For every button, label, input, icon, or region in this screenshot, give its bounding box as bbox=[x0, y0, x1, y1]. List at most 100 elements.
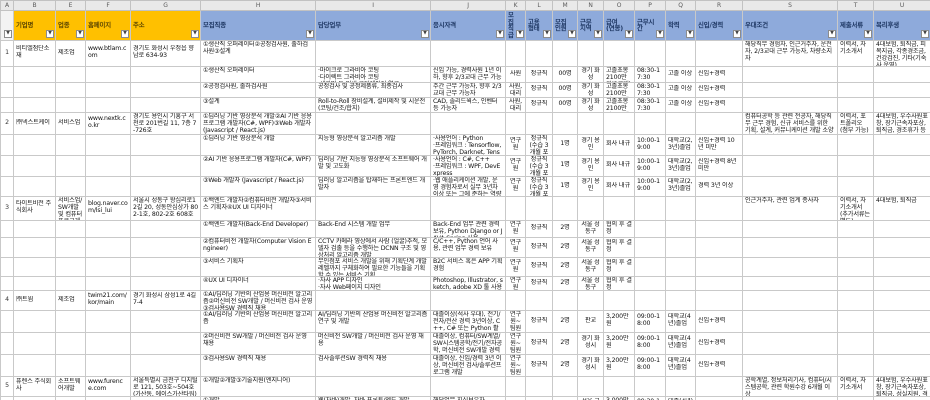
cell-H-12[interactable]: ③서비스 기획자 bbox=[201, 257, 316, 276]
cell-H-14[interactable]: ①AI/딥러닝 기반의 산업용 머신비전 알고리즘②머신비전 SW개발 / 머신… bbox=[201, 290, 316, 310]
cell-S-3[interactable] bbox=[743, 82, 838, 97]
cell-U-2[interactable] bbox=[874, 66, 930, 82]
filter-dropdown-icon[interactable]: ▼ bbox=[76, 30, 84, 38]
cell-H-10[interactable]: ①백엔드 개발자(Back-End Developer) bbox=[201, 220, 316, 237]
cell-I-11[interactable]: CCTV 카메라 영상에서 사람 (얼굴)추적, 모델자 검출 등을 수행하는 … bbox=[316, 237, 431, 257]
cell-K-14[interactable] bbox=[506, 290, 526, 310]
cell-F-1[interactable]: www.btlam.com bbox=[86, 40, 131, 66]
column-letter-Q[interactable]: Q bbox=[666, 1, 696, 11]
cell-T-5[interactable]: 이력서, 포트폴리오 (첨부 가능) bbox=[838, 112, 874, 134]
cell-F-9[interactable]: blog.naver.com/lsi_lui bbox=[86, 196, 131, 220]
cell-P-4[interactable]: 08:30-17:30 bbox=[635, 97, 666, 112]
cell-N-6[interactable]: 경기 용인 bbox=[578, 134, 604, 155]
cell-M-11[interactable]: 2명 bbox=[553, 237, 578, 257]
filter-dropdown-icon[interactable]: ▼ bbox=[516, 30, 524, 38]
filter-dropdown-icon[interactable]: ▼ bbox=[121, 30, 129, 38]
cell-U-19[interactable] bbox=[874, 396, 930, 400]
cell-L-19[interactable]: 정규직 bbox=[526, 396, 553, 400]
cell-S-17[interactable] bbox=[743, 354, 838, 376]
cell-U-3[interactable] bbox=[874, 82, 930, 97]
cell-U-9[interactable]: 4대보험, 퇴직금 bbox=[874, 196, 930, 220]
cell-O-12[interactable]: 협의 후 결정 bbox=[604, 257, 635, 276]
cell-F-10[interactable] bbox=[86, 220, 131, 237]
cell-M-1[interactable] bbox=[553, 40, 578, 66]
cell-F-7[interactable] bbox=[86, 155, 131, 176]
cell-A-6[interactable] bbox=[1, 134, 14, 155]
cell-N-14[interactable] bbox=[578, 290, 604, 310]
cell-M-7[interactable]: 1명 bbox=[553, 155, 578, 176]
cell-R-6[interactable]: 신입+경력 10년 미만 bbox=[696, 134, 743, 155]
cell-T-16[interactable] bbox=[838, 332, 874, 354]
cell-T-8[interactable] bbox=[838, 176, 874, 196]
cell-G-15[interactable] bbox=[131, 310, 201, 332]
cell-N-15[interactable]: 판교 bbox=[578, 310, 604, 332]
cell-K-6[interactable]: 연구원 bbox=[506, 134, 526, 155]
cell-Q-14[interactable] bbox=[666, 290, 696, 310]
cell-N-9[interactable] bbox=[578, 196, 604, 220]
cell-A-7[interactable] bbox=[1, 155, 14, 176]
cell-L-4[interactable]: 정규직 bbox=[526, 97, 553, 112]
cell-P-14[interactable] bbox=[635, 290, 666, 310]
cell-R-8[interactable]: 경력 3년 이상 bbox=[696, 176, 743, 196]
filter-dropdown-icon[interactable]: ▼ bbox=[543, 30, 551, 38]
cell-U-18[interactable]: 4대보험, 우수사원표창, 장기근속자포상, 퇴직금, 성실지원, 격월행사 bbox=[874, 376, 930, 396]
cell-I-15[interactable]: AI/딥러닝 기반의 산업용 머신비전 알고리즘 연구 및 개발 bbox=[316, 310, 431, 332]
cell-I-5[interactable] bbox=[316, 112, 431, 134]
cell-E-13[interactable] bbox=[56, 276, 86, 290]
cell-G-19[interactable] bbox=[131, 396, 201, 400]
cell-M-5[interactable] bbox=[553, 112, 578, 134]
cell-P-15[interactable]: 09:00-18:00 bbox=[635, 310, 666, 332]
cell-H-13[interactable]: ④UX UI 디자이너 bbox=[201, 276, 316, 290]
cell-M-8[interactable]: 1명 bbox=[553, 176, 578, 196]
cell-K-5[interactable] bbox=[506, 112, 526, 134]
cell-G-17[interactable] bbox=[131, 354, 201, 376]
cell-L-2[interactable]: 정규직 bbox=[526, 66, 553, 82]
cell-N-5[interactable] bbox=[578, 112, 604, 134]
cell-I-1[interactable] bbox=[316, 40, 431, 66]
cell-R-10[interactable] bbox=[696, 220, 743, 237]
cell-N-4[interactable]: 경기 화성 bbox=[578, 97, 604, 112]
cell-K-12[interactable]: 연구원 bbox=[506, 257, 526, 276]
cell-M-16[interactable]: 2명 bbox=[553, 332, 578, 354]
cell-J-2[interactable]: 신입 가능, 경력사원 1년 이하, 향후 2/3교대 근무 가능 bbox=[431, 66, 506, 82]
cell-M-2[interactable]: 00명 bbox=[553, 66, 578, 82]
cell-P-11[interactable] bbox=[635, 237, 666, 257]
cell-P-19[interactable]: 09:30-18:30 bbox=[635, 396, 666, 400]
cell-A-1[interactable]: 1 bbox=[1, 40, 14, 66]
cell-E-3[interactable] bbox=[56, 82, 86, 97]
cell-H-8[interactable]: ③Web 개발자 (Javascript / React.js) bbox=[201, 176, 316, 196]
cell-T-9[interactable]: 이력서, 자기소개서 (추가서류는 별도) bbox=[838, 196, 874, 220]
cell-M-6[interactable]: 1명 bbox=[553, 134, 578, 155]
cell-N-7[interactable]: 경기 용인 bbox=[578, 155, 604, 176]
filter-dropdown-icon[interactable]: ▼ bbox=[656, 30, 664, 38]
cell-G-11[interactable] bbox=[131, 237, 201, 257]
cell-N-12[interactable]: 서울 성동구 bbox=[578, 257, 604, 276]
cell-O-15[interactable]: 3,200만원 bbox=[604, 310, 635, 332]
cell-G-9[interactable]: 서울시 성동구 왕십리로12길 20, 성동안심상가 802-1호, 802-2… bbox=[131, 196, 201, 220]
cell-H-4[interactable]: ③설계 bbox=[201, 97, 316, 112]
cell-T-10[interactable] bbox=[838, 220, 874, 237]
column-letter-R[interactable]: R bbox=[696, 1, 743, 11]
cell-O-8[interactable]: 회사 내규 bbox=[604, 176, 635, 196]
cell-M-13[interactable]: 2명 bbox=[553, 276, 578, 290]
cell-Q-13[interactable] bbox=[666, 276, 696, 290]
cell-E-12[interactable] bbox=[56, 257, 86, 276]
cell-J-18[interactable] bbox=[431, 376, 506, 396]
cell-E-4[interactable] bbox=[56, 97, 86, 112]
cell-J-6[interactable]: ·사용언어 : Python ·프레임워크 : Tensorflow, PyTo… bbox=[431, 134, 506, 155]
cell-H-11[interactable]: ②컴퓨터비전 개발자(Computer Vision Engineer) bbox=[201, 237, 316, 257]
cell-I-4[interactable]: Roll-to-Roll 장비설계, 설비제작 및 시운전(코팅/건조/합지) bbox=[316, 97, 431, 112]
cell-J-12[interactable]: B2C 서비스 혹은 APP 기획 경험 bbox=[431, 257, 506, 276]
cell-R-19[interactable]: 신입+경력 bbox=[696, 396, 743, 400]
cell-K-17[interactable]: 연구원~팀원 bbox=[506, 354, 526, 376]
cell-P-2[interactable]: 08:30-17:30 bbox=[635, 66, 666, 82]
cell-E-1[interactable]: 제조업 bbox=[56, 40, 86, 66]
cell-K-9[interactable] bbox=[506, 196, 526, 220]
cell-E-14[interactable]: 제조업 bbox=[56, 290, 86, 310]
cell-N-1[interactable] bbox=[578, 40, 604, 66]
cell-O-10[interactable]: 협의 후 결정 bbox=[604, 220, 635, 237]
cell-O-5[interactable] bbox=[604, 112, 635, 134]
cell-A-4[interactable] bbox=[1, 97, 14, 112]
cell-U-1[interactable]: 4대보험, 퇴직금, 피복지급, 각종경조금, 건강검진, 기타(기숙사 운영) bbox=[874, 40, 930, 66]
cell-R-14[interactable] bbox=[696, 290, 743, 310]
